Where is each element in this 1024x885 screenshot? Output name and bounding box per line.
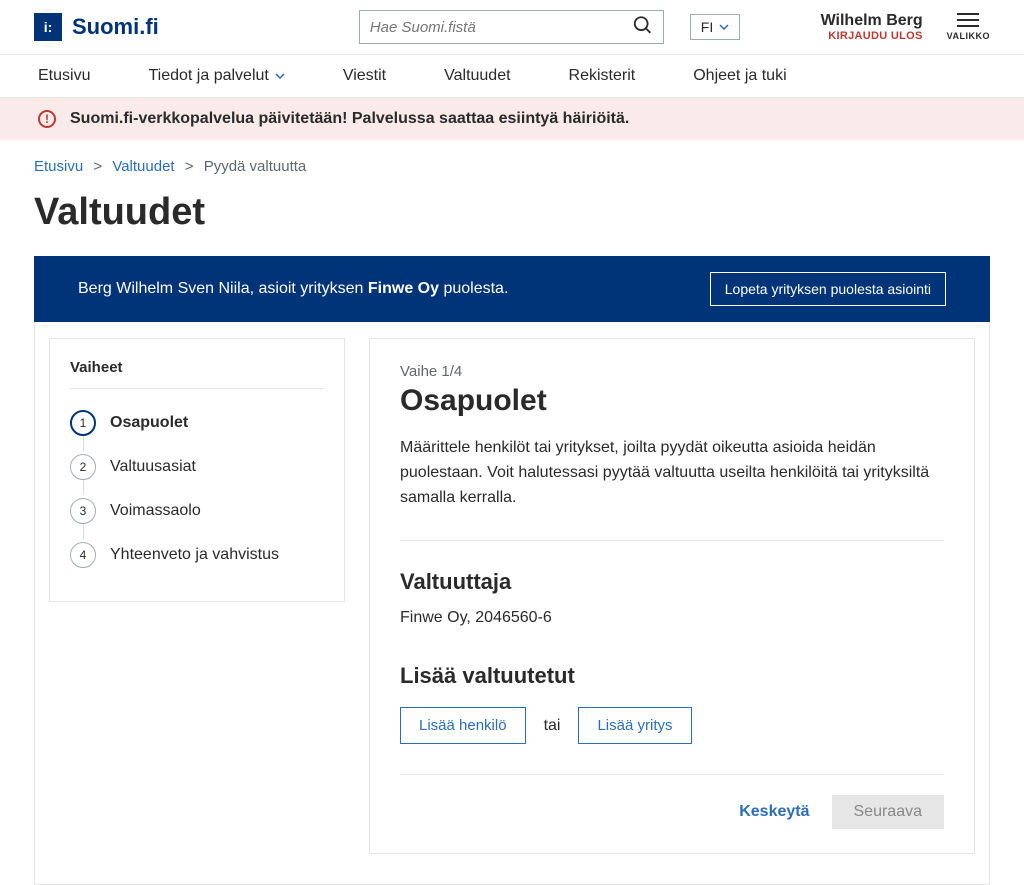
stage-description: Määrittele henkilöt tai yritykset, joilt… [400,436,944,510]
nav-authorizations[interactable]: Valtuudet [444,67,510,85]
step-label: Voimassaolo [110,502,201,520]
breadcrumb: Etusivu > Valtuudet > Pyydä valtuutta [0,140,1024,175]
user-block: Wilhelm Berg KIRJAUDU ULOS [821,12,923,42]
breadcrumb-authorizations[interactable]: Valtuudet [112,158,174,175]
alert-text: Suomi.fi-verkkopalvelua päivitetään! Pal… [70,110,629,128]
search-icon[interactable] [628,11,658,44]
step-number: 3 [70,498,96,524]
page-title: Valtuudet [0,175,1024,256]
alert-banner: ! Suomi.fi-verkkopalvelua päivitetään! P… [0,98,1024,140]
language-selector[interactable]: FI [690,14,740,40]
context-suffix: puolesta. [439,280,508,297]
main-panel: Vaihe 1/4 Osapuolet Määrittele henkilöt … [369,338,975,854]
stage-title: Osapuolet [400,384,944,418]
language-code: FI [701,19,713,35]
nav-registers[interactable]: Rekisterit [569,67,636,85]
end-acting-button[interactable]: Lopeta yrityksen puolesta asiointi [710,272,946,306]
menu-label: VALIKKO [947,31,990,41]
logo-icon: i: [34,13,62,41]
context-company: Finwe Oy [368,280,439,297]
stage-indicator: Vaihe 1/4 [400,363,944,380]
next-button[interactable]: Seuraava [832,795,945,829]
breadcrumb-home[interactable]: Etusivu [34,158,83,175]
or-label: tai [544,717,561,735]
search-input[interactable] [359,10,664,44]
nav-info-services-label: Tiedot ja palvelut [148,67,268,85]
nav-messages[interactable]: Viestit [343,67,386,85]
logo-text: Suomi.fi [72,14,159,40]
step-label: Yhteenveto ja vahvistus [110,546,279,564]
user-name: Wilhelm Berg [821,12,923,30]
chevron-down-icon [719,24,729,30]
step-number: 4 [70,542,96,568]
grantor-value: Finwe Oy, 2046560-6 [400,609,944,627]
steps-panel: Vaiheet 1 Osapuolet 2 Valtuusasiat 3 Voi… [49,338,345,602]
add-heading: Lisää valtuutetut [400,663,944,689]
search-field[interactable] [359,10,664,44]
steps-heading: Vaiheet [70,359,324,389]
step-label: Osapuolet [110,414,188,432]
nav-info-services[interactable]: Tiedot ja palvelut [148,67,284,85]
main-nav: Etusivu Tiedot ja palvelut Viestit Valtu… [0,55,1024,98]
alert-icon: ! [38,110,56,128]
grantor-heading: Valtuuttaja [400,540,944,595]
context-prefix: Berg Wilhelm Sven Niila, asioit yritykse… [78,280,368,297]
cancel-button[interactable]: Keskeytä [739,803,809,821]
nav-help[interactable]: Ohjeet ja tuki [693,67,786,85]
step-2[interactable]: 2 Valtuusasiat [70,445,324,489]
add-company-button[interactable]: Lisää yritys [578,707,691,744]
step-number: 2 [70,454,96,480]
site-logo[interactable]: i: Suomi.fi [34,13,159,41]
context-bar: Berg Wilhelm Sven Niila, asioit yritykse… [34,256,990,322]
hamburger-icon [947,13,990,27]
step-1[interactable]: 1 Osapuolet [70,401,324,445]
logout-link[interactable]: KIRJAUDU ULOS [821,30,923,42]
add-person-button[interactable]: Lisää henkilö [400,707,526,744]
step-number: 1 [70,410,96,436]
step-3[interactable]: 3 Voimassaolo [70,489,324,533]
breadcrumb-current: Pyydä valtuutta [204,158,307,175]
step-4[interactable]: 4 Yhteenveto ja vahvistus [70,533,324,577]
step-label: Valtuusasiat [110,458,196,476]
menu-button[interactable]: VALIKKO [947,13,990,41]
chevron-down-icon [275,73,285,79]
nav-home[interactable]: Etusivu [38,67,90,85]
